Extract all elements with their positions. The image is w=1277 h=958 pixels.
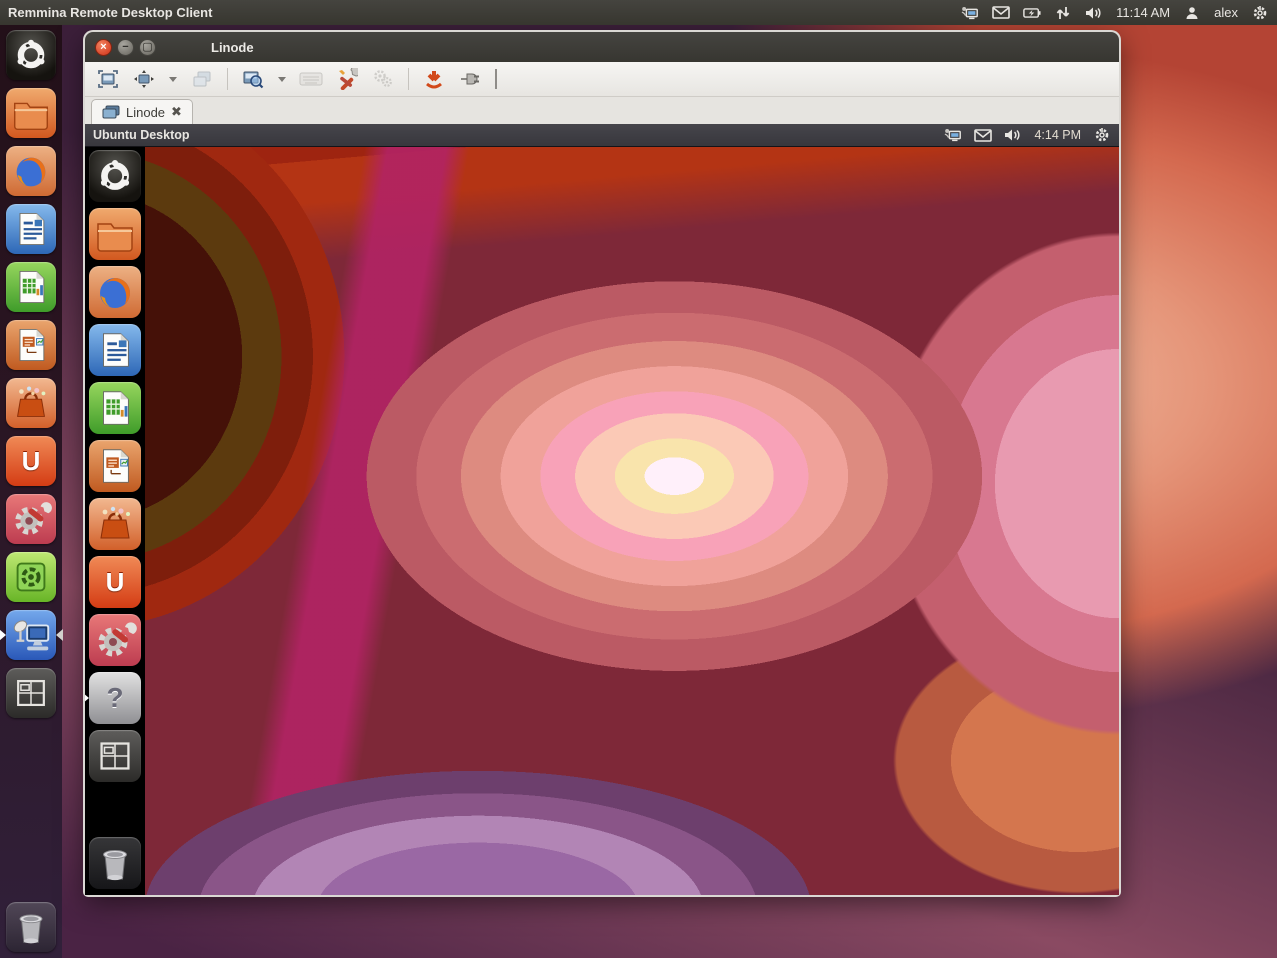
fit-window-button[interactable] [131, 67, 157, 91]
remote-connection-indicator-icon[interactable] [944, 127, 962, 143]
fit-window-caret-icon[interactable] [167, 76, 179, 82]
remote-launcher-item-unknown-app[interactable]: ? [89, 672, 141, 724]
plugins-gears-button [370, 67, 396, 91]
tab-screen-icon [102, 105, 120, 119]
connection-toolbar [85, 62, 1119, 97]
remote-launcher-item-dash-home[interactable] [89, 150, 141, 202]
remote-panel-title: Ubuntu Desktop [93, 128, 190, 142]
keyboard-grab-button [298, 67, 324, 91]
launcher-item-home-folder[interactable] [6, 88, 56, 138]
launcher-item-workspace-switcher[interactable] [6, 668, 56, 718]
remote-launcher-item-libreoffice-impress[interactable] [89, 440, 141, 492]
remote-launcher-item-libreoffice-writer[interactable] [89, 324, 141, 376]
window-title: Linode [211, 40, 254, 55]
preferences-tools-button[interactable] [334, 67, 360, 91]
connection-tab-bar: Linode ✖ [85, 97, 1119, 124]
username[interactable]: alex [1214, 5, 1238, 20]
launcher-item-system-settings[interactable] [6, 494, 56, 544]
remote-messaging-menu-icon[interactable] [974, 127, 992, 143]
remote-clock[interactable]: 4:14 PM [1034, 128, 1081, 142]
remote-launcher-item-home-folder[interactable] [89, 208, 141, 260]
toolbar-grip [495, 69, 497, 89]
running-indicator-arrow [0, 629, 6, 641]
tab-label: Linode [126, 105, 165, 120]
duplicate-connection-button [189, 67, 215, 91]
toolbar-separator [227, 68, 228, 90]
focused-indicator-arrow [56, 629, 63, 641]
remote-connection-indicator-icon[interactable] [961, 5, 979, 21]
host-clock[interactable]: 11:14 AM [1116, 5, 1170, 20]
window-minimize-button[interactable]: − [117, 39, 134, 56]
remote-volume-indicator-icon[interactable] [1004, 127, 1022, 143]
launcher-item-dash-home[interactable] [6, 30, 56, 80]
launcher-item-ubuntu-one[interactable]: U [6, 436, 56, 486]
window-titlebar[interactable]: × − ▢ Linode [85, 32, 1119, 62]
remote-top-panel: Ubuntu Desktop 4:14 PM [85, 124, 1119, 147]
launcher-item-software-updater[interactable] [6, 552, 56, 602]
launcher-item-firefox[interactable] [6, 146, 56, 196]
launcher-item-remmina[interactable] [6, 610, 56, 660]
fullscreen-button[interactable] [95, 67, 121, 91]
session-gear-icon[interactable] [1251, 5, 1269, 21]
host-launcher: U [0, 25, 62, 958]
remote-launcher-item-firefox[interactable] [89, 266, 141, 318]
launcher-item-trash[interactable] [6, 902, 56, 952]
remmina-window: × − ▢ Linode Linode ✖ Ubuntu Desktop [85, 32, 1119, 895]
battery-indicator-icon[interactable] [1023, 5, 1041, 21]
tab-close-icon[interactable]: ✖ [171, 104, 182, 120]
window-maximize-button[interactable]: ▢ [139, 39, 156, 56]
launcher-item-libreoffice-writer[interactable] [6, 204, 56, 254]
tab-linode[interactable]: Linode ✖ [91, 99, 193, 124]
remote-focused-indicator-arrow [85, 692, 89, 704]
ubuntu-one-letter: U [22, 446, 41, 477]
ubuntu-one-letter: U [106, 567, 125, 598]
launcher-item-ubuntu-software-center[interactable] [6, 378, 56, 428]
network-traffic-icon[interactable] [1054, 5, 1072, 21]
focused-app-title: Remmina Remote Desktop Client [8, 5, 212, 20]
window-close-button[interactable]: × [95, 39, 112, 56]
remote-launcher-item-trash[interactable] [89, 837, 141, 889]
remote-desktop-viewport[interactable]: Ubuntu Desktop 4:14 PM U ? [85, 124, 1119, 895]
remote-launcher-item-system-settings[interactable] [89, 614, 141, 666]
disconnect-button[interactable] [457, 67, 483, 91]
messaging-menu-icon[interactable] [992, 5, 1010, 21]
remote-launcher-item-ubuntu-one[interactable]: U [89, 556, 141, 608]
launcher-item-libreoffice-impress[interactable] [6, 320, 56, 370]
remote-launcher-item-workspace-switcher[interactable] [89, 730, 141, 782]
remote-launcher: U ? [85, 147, 145, 895]
scaled-mode-button[interactable] [240, 67, 266, 91]
unknown-app-glyph: ? [106, 682, 123, 714]
host-top-panel: Remmina Remote Desktop Client 11:14 AM a… [0, 0, 1277, 25]
toolbar-separator [408, 68, 409, 90]
launcher-item-libreoffice-calc[interactable] [6, 262, 56, 312]
remote-launcher-item-libreoffice-calc[interactable] [89, 382, 141, 434]
user-icon [1183, 5, 1201, 21]
volume-indicator-icon[interactable] [1085, 5, 1103, 21]
remote-wallpaper [85, 147, 1119, 895]
remote-session-gear-icon[interactable] [1093, 127, 1111, 143]
minimize-to-tray-button[interactable] [421, 67, 447, 91]
scaled-mode-caret-icon[interactable] [276, 76, 288, 82]
remote-launcher-item-ubuntu-software-center[interactable] [89, 498, 141, 550]
